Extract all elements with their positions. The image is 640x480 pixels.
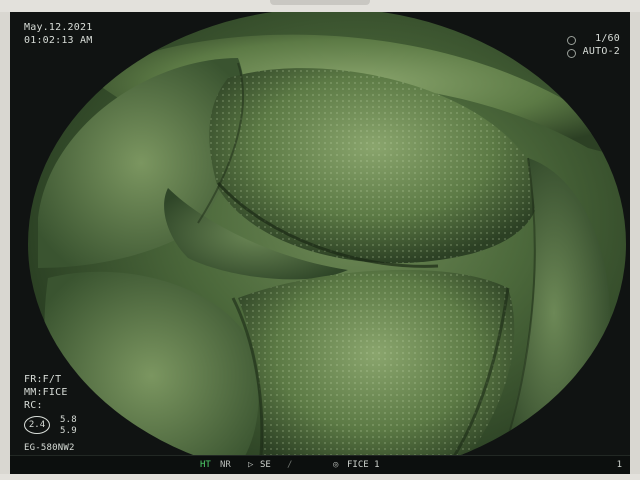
fold-lower-center-texture (238, 269, 515, 474)
shutter-indicator-icon (567, 36, 576, 45)
play-arrow-icon: ▷ (248, 460, 254, 470)
monitor-notch (270, 0, 370, 5)
frame-rate-setting: FR:F/T (24, 374, 62, 385)
date-readout: May.12.2021 (24, 22, 93, 33)
page-number: 1 (616, 460, 622, 470)
nr-indicator: NR (220, 460, 231, 470)
fice-target-icon: ◎ (333, 460, 339, 470)
ht-indicator: HT (200, 460, 211, 470)
mode-setting: MM:FICE (24, 387, 68, 398)
mode-indicator-icon (567, 49, 576, 58)
time-readout: 01:02:13 AM (24, 35, 93, 46)
endoscopic-image (28, 12, 626, 474)
fold-lower-left (44, 271, 259, 474)
shutter-speed: 1/60 (595, 33, 620, 44)
separator-icon: / (287, 460, 293, 470)
status-bar: HT NR ▷ SE / ◎ FICE 1 1 (10, 455, 630, 474)
mucosa-folds-illustration (38, 34, 626, 474)
enhance-level-badge: 2.4 (24, 416, 50, 434)
value-bottom: 5.9 (60, 426, 77, 436)
se-indicator: SE (260, 460, 271, 470)
monitor-bezel-bottom (0, 474, 640, 480)
endoscope-screen: May.12.2021 01:02:13 AM 1/60 AUTO-2 FR:F… (10, 12, 630, 474)
rc-setting: RC: (24, 400, 43, 411)
scope-model: EG-580NW2 (24, 443, 75, 453)
exposure-mode: AUTO-2 (582, 46, 620, 57)
fice-mode: FICE 1 (347, 460, 380, 470)
